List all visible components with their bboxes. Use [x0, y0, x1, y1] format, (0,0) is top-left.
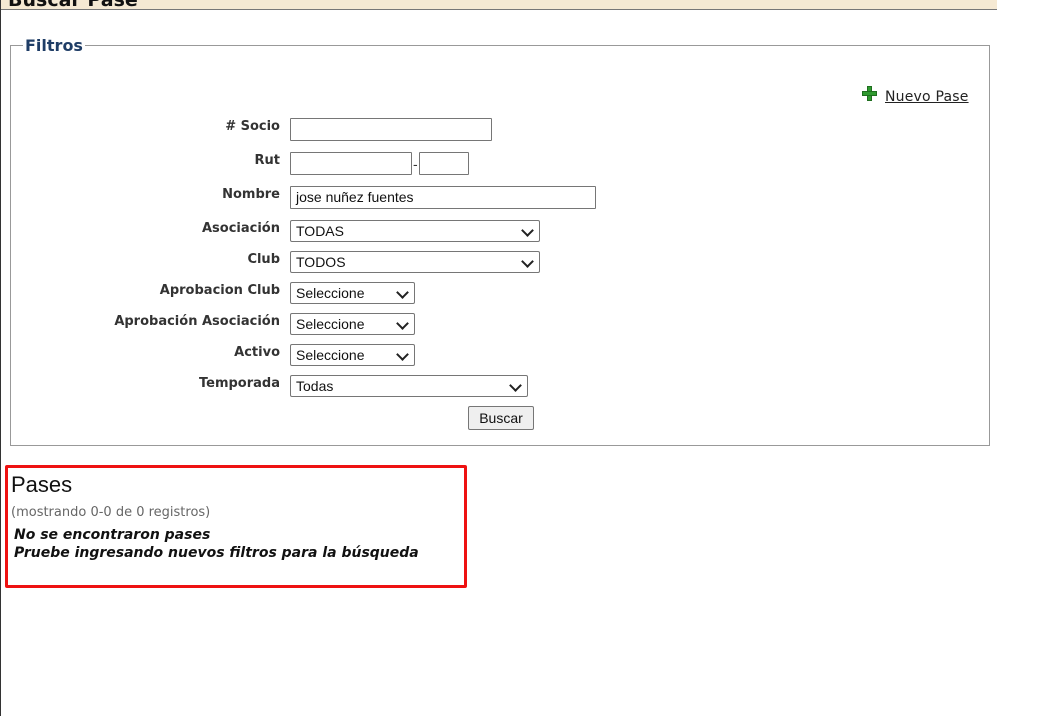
aprobacion-asociacion-value: Seleccione: [296, 316, 365, 332]
chevron-down-icon: [396, 286, 409, 299]
club-value: TODOS: [296, 254, 346, 270]
results-count: (mostrando 0-0 de 0 registros): [11, 505, 211, 520]
new-pase-label: Nuevo Pase: [885, 89, 969, 105]
search-button[interactable]: Buscar: [468, 406, 534, 430]
aprobacion-club-label: Aprobacion Club: [159, 283, 280, 298]
rut-dv-input[interactable]: [419, 152, 469, 175]
nombre-label: Nombre: [222, 187, 280, 202]
socio-label: # Socio: [225, 119, 280, 134]
page-header: Buscar Pase: [1, 0, 997, 10]
rut-label: Rut: [254, 153, 280, 168]
activo-label: Activo: [234, 345, 280, 360]
new-pase-link[interactable]: Nuevo Pase: [862, 85, 969, 105]
temporada-value: Todas: [296, 378, 334, 394]
chevron-down-icon: [521, 255, 534, 268]
empty-message: No se encontraron pases: [14, 527, 211, 543]
plus-icon: [862, 85, 877, 101]
aprobacion-club-select[interactable]: Seleccione: [290, 282, 415, 304]
activo-value: Seleccione: [296, 347, 365, 363]
asociacion-label: Asociación: [201, 221, 280, 236]
filters-legend: Filtros: [25, 36, 83, 55]
page-title: Buscar Pase: [8, 0, 138, 9]
chevron-down-icon: [396, 317, 409, 330]
aprobacion-asociacion-label: Aprobación Asociación: [114, 314, 280, 329]
results-title: Pases: [11, 472, 73, 497]
asociacion-value: TODAS: [296, 223, 344, 239]
empty-hint: Pruebe ingresando nuevos filtros para la…: [14, 545, 419, 561]
temporada-select[interactable]: Todas: [290, 375, 528, 397]
chevron-down-icon: [509, 379, 522, 392]
activo-select[interactable]: Seleccione: [290, 344, 415, 366]
aprobacion-club-value: Seleccione: [296, 285, 365, 301]
chevron-down-icon: [396, 348, 409, 361]
temporada-label: Temporada: [198, 376, 280, 391]
aprobacion-asociacion-select[interactable]: Seleccione: [290, 313, 415, 335]
page-left-border: [0, 0, 1, 716]
rut-separator: -: [413, 156, 418, 172]
club-select[interactable]: TODOS: [290, 251, 540, 273]
results-panel: Pases (mostrando 0-0 de 0 registros) No …: [5, 465, 467, 588]
club-label: Club: [247, 252, 280, 267]
rut-input[interactable]: [290, 152, 412, 175]
nombre-input[interactable]: jose nuñez fuentes: [290, 186, 596, 209]
socio-input[interactable]: [290, 118, 492, 141]
chevron-down-icon: [521, 224, 534, 237]
asociacion-select[interactable]: TODAS: [290, 220, 540, 242]
